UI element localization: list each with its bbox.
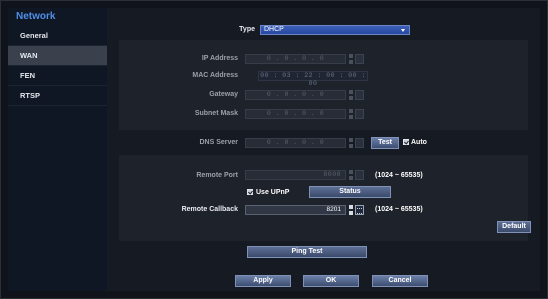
ok-button[interactable]: OK <box>303 275 359 287</box>
type-label: Type <box>239 26 255 33</box>
mac-address-field: 00 : 03 : 22 : 00 : 00 : 00 <box>258 71 368 87</box>
ip-address-keyboard-icon[interactable] <box>355 54 364 64</box>
remote-callback-spinner[interactable] <box>349 205 353 215</box>
gateway-label: Gateway <box>209 91 238 98</box>
test-button[interactable]: Test <box>371 137 399 149</box>
sidebar: Network General WAN FEN RTSP <box>8 8 107 291</box>
main-panel: Type DHCP IP Address 0 . 0 . 0 . 0 MAC A… <box>107 8 540 291</box>
cancel-button[interactable]: Cancel <box>372 275 428 287</box>
remote-callback-label: Remote Callback <box>181 206 238 213</box>
remote-callback-keyboard-icon[interactable] <box>355 205 364 215</box>
chevron-down-icon <box>401 29 405 32</box>
sidebar-item-general[interactable]: General <box>8 26 107 46</box>
subnet-mask-keyboard-icon[interactable] <box>355 109 364 119</box>
sidebar-item-rtsp[interactable]: RTSP <box>8 86 107 106</box>
sidebar-title: Network <box>16 11 56 22</box>
sidebar-item-wan[interactable]: WAN <box>8 46 107 66</box>
gateway-field[interactable]: 0 . 0 . 0 . 0 <box>245 90 346 100</box>
dns-server-label: DNS Server <box>199 139 238 146</box>
sidebar-item-fen[interactable]: FEN <box>8 66 107 86</box>
ip-address-label: IP Address <box>201 55 238 62</box>
apply-button[interactable]: Apply <box>235 275 291 287</box>
remote-port-keyboard-icon[interactable] <box>355 170 364 180</box>
auto-label: Auto <box>411 139 427 146</box>
ping-test-button[interactable]: Ping Test <box>247 246 367 258</box>
use-upnp-checkbox[interactable] <box>247 189 253 195</box>
remote-port-spinner[interactable] <box>349 170 353 180</box>
dns-server-spinner[interactable] <box>349 138 353 148</box>
remote-port-range: (1024 ~ 65535) <box>375 172 423 179</box>
subnet-mask-field[interactable]: 0 . 0 . 0 . 0 <box>245 109 346 119</box>
remote-callback-field[interactable]: 8201 <box>245 205 346 215</box>
port-section <box>119 155 528 241</box>
gateway-spinner[interactable] <box>349 90 353 100</box>
ip-address-field[interactable]: 0 . 0 . 0 . 0 <box>245 54 346 64</box>
gateway-keyboard-icon[interactable] <box>355 90 364 100</box>
subnet-mask-spinner[interactable] <box>349 109 353 119</box>
dns-server-keyboard-icon[interactable] <box>355 138 364 148</box>
remote-port-field[interactable]: 8000 <box>245 170 346 180</box>
ip-address-spinner[interactable] <box>349 54 353 64</box>
default-button[interactable]: Default <box>497 221 531 233</box>
type-select-value: DHCP <box>264 26 284 33</box>
dns-server-field[interactable]: 0 . 0 . 0 . 0 <box>245 138 346 148</box>
type-select[interactable]: DHCP <box>260 25 410 35</box>
use-upnp-label: Use UPnP <box>256 189 290 196</box>
status-button[interactable]: Status <box>309 186 391 198</box>
auto-checkbox[interactable] <box>403 139 409 145</box>
mac-address-label: MAC Address <box>192 72 238 79</box>
remote-callback-range: (1024 ~ 65535) <box>375 206 423 213</box>
remote-port-label: Remote Port <box>196 172 238 179</box>
subnet-mask-label: Subnet Mask <box>194 110 238 117</box>
